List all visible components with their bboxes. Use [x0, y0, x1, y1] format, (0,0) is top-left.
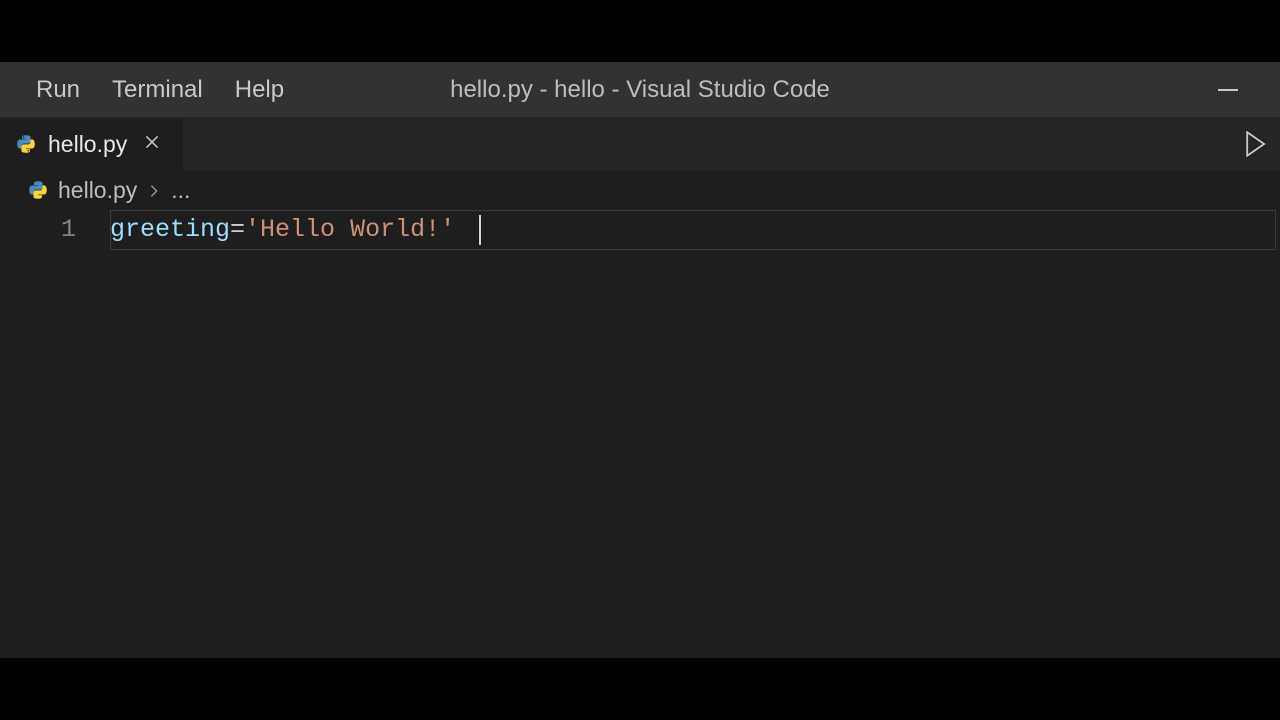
- breadcrumb-more[interactable]: ...: [171, 177, 190, 204]
- vertical-scrollbar[interactable]: [1268, 210, 1280, 658]
- titlebar: Run Terminal Help hello.py - hello - Vis…: [0, 62, 1280, 118]
- editor[interactable]: 1 greeting = 'Hello World!': [0, 210, 1280, 658]
- run-file-button[interactable]: [1244, 131, 1266, 157]
- close-tab-icon[interactable]: [139, 131, 165, 157]
- minimize-button[interactable]: [1218, 89, 1238, 91]
- line-number: 1: [0, 210, 76, 250]
- tab-hello-py[interactable]: hello.py: [0, 118, 184, 170]
- tab-bar: hello.py: [0, 118, 1280, 170]
- menu-bar: Run Terminal Help: [0, 68, 300, 112]
- menu-run[interactable]: Run: [20, 68, 96, 112]
- menu-help[interactable]: Help: [219, 68, 300, 112]
- breadcrumb[interactable]: hello.py ...: [0, 170, 1280, 210]
- menu-terminal[interactable]: Terminal: [96, 68, 219, 112]
- chevron-right-icon: [147, 177, 161, 204]
- current-line-highlight: [110, 210, 1276, 250]
- python-file-icon: [28, 180, 48, 200]
- tab-label: hello.py: [48, 131, 127, 158]
- code-area[interactable]: greeting = 'Hello World!': [110, 210, 1280, 658]
- python-file-icon: [16, 134, 36, 154]
- line-number-gutter: 1: [0, 210, 110, 658]
- window-title: hello.py - hello - Visual Studio Code: [450, 76, 830, 104]
- vscode-window: Run Terminal Help hello.py - hello - Vis…: [0, 62, 1280, 658]
- breadcrumb-file: hello.py: [58, 177, 137, 204]
